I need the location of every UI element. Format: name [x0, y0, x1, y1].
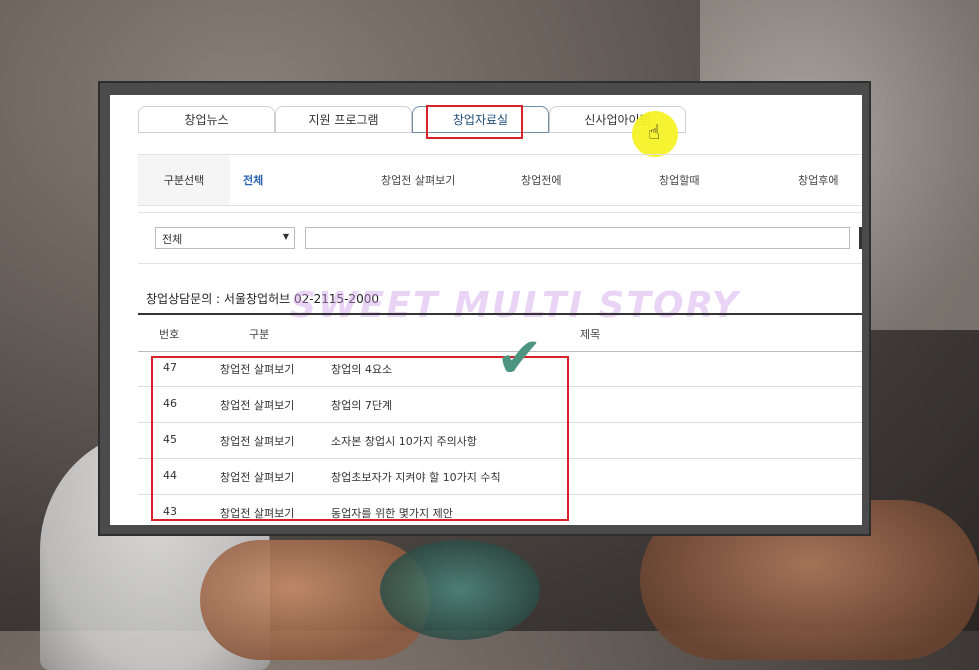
- category-filter: 구분선택 전체 창업전 살펴보기 창업전에 창업할때 창업후에: [138, 154, 862, 206]
- select-value: 전체: [162, 233, 183, 246]
- search-input[interactable]: [305, 227, 850, 249]
- header-category: 구분: [249, 328, 270, 341]
- filter-option-when-starting[interactable]: 창업할때: [659, 172, 699, 188]
- header-title: 제목: [580, 328, 601, 341]
- filter-option-all[interactable]: 전체: [243, 172, 263, 188]
- checkmark-icon: ✔: [496, 326, 543, 391]
- tab-startup-news[interactable]: 창업뉴스: [138, 106, 275, 133]
- tab-support-program[interactable]: 지원 프로그램: [275, 106, 412, 133]
- search-category-select[interactable]: 전체 ▼: [155, 227, 295, 249]
- tab-highlight-box: [426, 105, 523, 139]
- filter-option-before-startup-overview[interactable]: 창업전 살펴보기: [381, 172, 455, 188]
- filter-option-before-startup[interactable]: 창업전에: [521, 172, 561, 188]
- chevron-down-icon: ▼: [282, 232, 289, 241]
- header-number: 번호: [159, 328, 180, 341]
- search-button-edge[interactable]: [859, 227, 862, 249]
- filter-label: 구분선택: [138, 155, 230, 205]
- screenshot-frame: 창업뉴스 지원 프로그램 창업자료실 신사업아이템 ☝ 구분선택 전체 창업전 …: [98, 81, 871, 536]
- pointer-hand-icon: ☝: [648, 120, 661, 144]
- search-bar: 전체 ▼: [138, 212, 862, 264]
- filter-option-after-startup[interactable]: 창업후에: [798, 172, 838, 188]
- web-page: 창업뉴스 지원 프로그램 창업자료실 신사업아이템 ☝ 구분선택 전체 창업전 …: [110, 95, 862, 525]
- background-plant: [380, 540, 540, 640]
